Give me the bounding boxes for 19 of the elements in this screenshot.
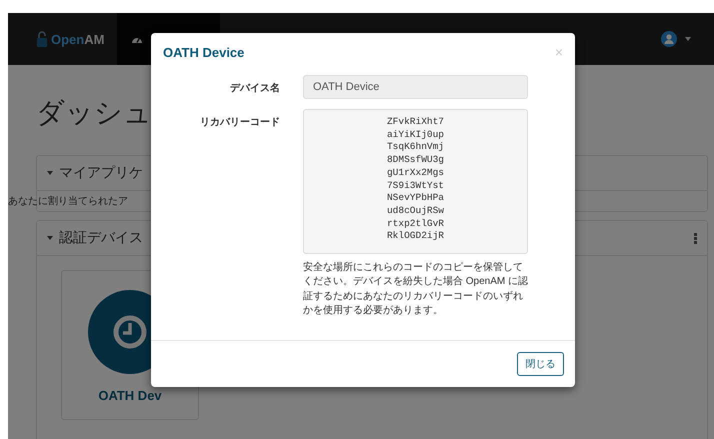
field-label: リカバリーコード <box>199 116 280 130</box>
modal-title: OATH Device <box>163 44 244 60</box>
recovery-code: ZFvkRiXht7 <box>386 116 444 129</box>
panel-title: マイアプリケ <box>59 164 143 182</box>
recovery-code: gU1rXx2Mgs <box>386 166 444 180</box>
field-label: デバイス名 <box>229 82 280 96</box>
recovery-code: aiYiKIj0up <box>386 128 444 142</box>
page-title: ダッシュ <box>36 96 152 130</box>
panel-title: 認証デバイス <box>59 229 143 247</box>
panel-text: あなたに割り当てられたア <box>8 194 128 209</box>
recovery-code: 8DMSsfWU3g <box>386 154 444 167</box>
recovery-code: NSevYPbHPa <box>386 192 444 205</box>
recovery-code: 7S9i3WtYst <box>386 180 444 192</box>
recovery-code: TsqK6hnVmj <box>386 141 444 154</box>
recovery-code: RklOGD2ijR <box>386 230 444 244</box>
device-name: OATH Dev <box>98 388 162 403</box>
help-text: 安全な場所にこれらのコードのコピーを保管してください。デバイスを紛失した場合 OpenAM に認証するためにあなたのリカバリーコードのいずれかを使用する必要があります。 <box>303 261 530 318</box>
recovery-code: rtxp2tlGvR <box>386 218 444 230</box>
recovery-code: ud8cOujRSw <box>386 204 444 218</box>
